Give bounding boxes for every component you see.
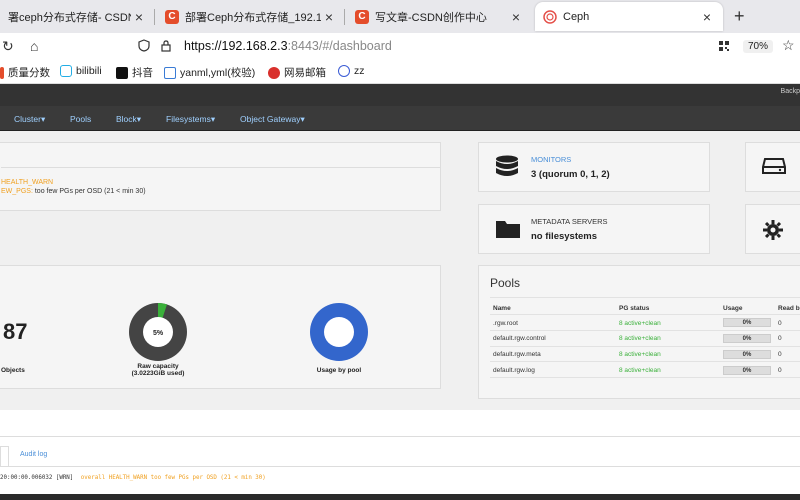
hard-drive-icon [762, 157, 786, 180]
close-icon[interactable]: × [131, 9, 147, 25]
objects-label: Objects [1, 367, 25, 374]
mds-value: no filesystems [531, 231, 597, 242]
nav-block[interactable]: Block▾ [116, 114, 141, 125]
database-icon [495, 155, 519, 186]
close-icon[interactable]: × [508, 9, 524, 25]
pools-panel [478, 265, 800, 399]
qr-code-icon[interactable] [718, 39, 730, 55]
managers-card [745, 204, 800, 254]
bookmark-item[interactable]: 网易邮箱 [268, 65, 326, 80]
pools-title: Pools [490, 276, 521, 290]
mds-card: METADATA SERVERS no filesystems [478, 204, 710, 254]
raw-percent: 5% [153, 330, 164, 337]
col-pg-status[interactable]: PG status [619, 305, 649, 312]
bookmark-item[interactable]: bilibili [60, 65, 102, 77]
gear-icon [762, 219, 784, 246]
close-icon[interactable]: × [321, 9, 337, 25]
health-status: HEALTH_WARN [1, 179, 54, 186]
browser-tab-3[interactable]: C 写文章-CSDN创作中心 × [347, 2, 532, 31]
browser-tab-bar: 署ceph分布式存储- CSDN搜 × C 部署Ceph分布式存储_192.16… [0, 0, 800, 33]
monitors-label: MONITORS [531, 155, 572, 164]
douyin-icon [116, 66, 128, 79]
ceph-logo-icon [543, 9, 557, 24]
background-tasks-link[interactable]: Backp [781, 88, 800, 95]
home-icon[interactable]: ⌂ [30, 38, 38, 54]
shield-icon[interactable] [138, 39, 150, 55]
bookmark-item[interactable]: zz [338, 65, 365, 77]
col-read[interactable]: Read b [778, 305, 800, 312]
tab-title: Ceph [563, 10, 590, 23]
folder-icon [495, 219, 521, 244]
browser-tab-2[interactable]: C 部署Ceph分布式存储_192.168 × [157, 2, 345, 31]
usage-bar: 0% [723, 318, 771, 327]
usage-panel: 87 Objects 5% Raw capacity (3.0223GiB use… [0, 265, 441, 389]
tab-title: 写文章-CSDN创作中心 [375, 11, 487, 24]
new-tab-icon[interactable]: + [734, 6, 745, 27]
csdn-icon: C [165, 9, 179, 24]
monitors-card[interactable]: MONITORS 3 (quorum 0, 1, 2) [478, 142, 710, 192]
bookmarks-bar: 质量分数 bilibili 抖音 yanml,yml(校验) 网易邮箱 zz [0, 60, 800, 84]
bookmark-icon [338, 65, 350, 77]
health-check: EW_PGS: too few PGs per OSD (21 < min 30… [1, 188, 146, 195]
usage-by-pool-label: Usage by pool [316, 367, 362, 374]
monitors-value: 3 (quorum 0, 1, 2) [531, 169, 610, 180]
browser-tab-1[interactable]: 署ceph分布式存储- CSDN搜 × [0, 2, 155, 31]
bookmark-item[interactable]: 抖音 [116, 65, 153, 80]
ceph-header: Backp [0, 84, 800, 106]
bookmark-icon [164, 66, 176, 79]
url-field[interactable]: https://192.168.2.3:8443/#/dashboard [184, 39, 392, 53]
address-bar: ↻ ⌂ https://192.168.2.3:8443/#/dashboard… [0, 33, 800, 60]
bilibili-icon [60, 65, 72, 77]
nav-pools[interactable]: Pools [70, 114, 91, 124]
raw-capacity-label: Raw capacity (3.0223GiB used) [131, 363, 185, 377]
star-icon[interactable]: ☆ [782, 37, 795, 54]
tab-title: 部署Ceph分布式存储_192.168 [185, 11, 321, 24]
usage-bar: 0% [723, 334, 771, 343]
log-line: 20:00:00.006032 [WRN] overall HEALTH_WAR… [0, 475, 266, 481]
tab-audit-log[interactable]: Audit log [20, 451, 47, 458]
tab-title: 署ceph分布式存储- CSDN搜 [8, 11, 131, 24]
csdn-icon: C [355, 9, 369, 24]
lock-icon[interactable] [160, 39, 172, 55]
bookmark-item[interactable]: yanml,yml(校验) [164, 65, 255, 80]
osds-card[interactable] [745, 142, 800, 192]
logs-panel [0, 410, 800, 500]
reload-icon[interactable]: ↻ [2, 38, 14, 55]
objects-count: 87 [3, 319, 28, 344]
os-taskbar [0, 494, 800, 500]
nav-object-gateway[interactable]: Object Gateway▾ [240, 114, 305, 125]
nav-filesystems[interactable]: Filesystems▾ [166, 114, 215, 125]
health-panel: HEALTH_WARN EW_PGS: too few PGs per OSD … [0, 142, 441, 211]
col-usage[interactable]: Usage [723, 305, 743, 312]
zoom-level[interactable]: 70% [743, 40, 774, 53]
usage-by-pool-donut [310, 303, 368, 361]
netease-mail-icon [268, 66, 280, 79]
usage-bar: 0% [723, 350, 771, 359]
usage-bar: 0% [723, 366, 771, 375]
browser-tab-ceph[interactable]: Ceph × [535, 2, 723, 31]
nav-cluster[interactable]: Cluster▾ [14, 114, 45, 125]
close-icon[interactable]: × [699, 9, 715, 25]
ceph-nav-bar: Cluster▾ Pools Block▾ Filesystems▾ Objec… [0, 106, 800, 131]
raw-capacity-donut: 5% [129, 303, 187, 361]
bookmark-item[interactable]: 质量分数 [0, 65, 50, 80]
col-name[interactable]: Name [493, 305, 511, 312]
bookmark-icon [0, 66, 4, 79]
mds-label: METADATA SERVERS [531, 217, 608, 226]
tab-cluster-log[interactable] [0, 446, 9, 466]
